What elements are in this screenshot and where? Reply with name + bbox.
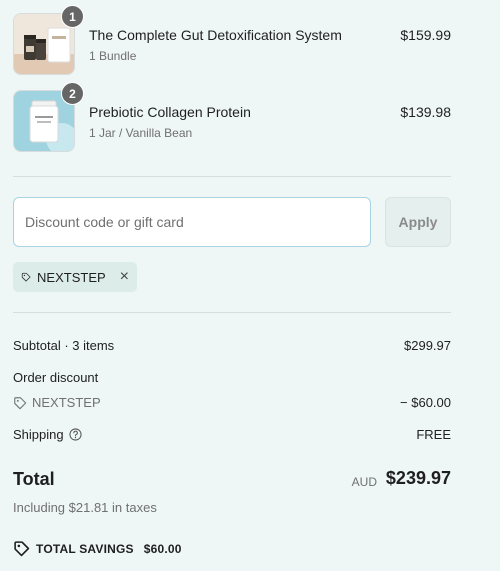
applied-discount-chip: NEXTSTEP × [13,262,137,292]
item-variant: 1 Bundle [89,49,137,63]
discount-value: − $60.00 [400,395,451,410]
apply-discount-button[interactable]: Apply [385,197,451,247]
item-variant: 1 Jar / Vanilla Bean [89,126,193,140]
subtotal-label: Subtotal · 3 items [13,338,115,353]
order-discount-row: Order discount [13,370,451,385]
tag-icon [21,272,31,282]
subtotal-row: Subtotal · 3 items $299.97 [13,338,451,353]
taxes-note: Including $21.81 in taxes [13,500,157,515]
shipping-value: FREE [416,427,451,442]
tag-icon [14,541,30,557]
close-icon[interactable]: × [120,269,129,285]
currency-code: AUD [351,475,377,489]
discount-code-row: NEXTSTEP − $60.00 [13,395,451,413]
tag-icon [14,396,27,409]
total-amount: $239.97 [385,468,451,488]
discount-code-input[interactable] [13,197,371,247]
item-name: The Complete Gut Detoxification System [89,27,342,43]
shipping-group: Shipping [13,427,82,442]
discount-code-group: NEXTSTEP [13,395,101,410]
shipping-row: Shipping FREE [13,427,451,442]
item-price: $139.98 [400,104,451,120]
question-circle-icon[interactable] [69,428,82,441]
total-savings: TOTAL SAVINGS $60.00 [13,540,182,557]
divider [13,176,451,177]
line-item: 1 The Complete Gut Detoxification System… [13,5,451,75]
order-discount-label: Order discount [13,370,99,385]
discount-code-label: NEXTSTEP [32,395,101,410]
line-item: 2 Prebiotic Collagen Protein 1 Jar / Van… [13,82,451,152]
divider [13,312,451,313]
shipping-label: Shipping [13,427,64,442]
item-price: $159.99 [400,27,451,43]
savings-label: TOTAL SAVINGS [36,541,134,556]
savings-value: $60.00 [143,541,182,556]
quantity-badge: 2 [61,82,84,105]
subtotal-value: $299.97 [404,338,451,353]
quantity-badge: 1 [61,5,84,28]
total-label: Total [13,469,55,489]
applied-discount-code: NEXTSTEP [37,269,106,285]
item-name: Prebiotic Collagen Protein [89,104,251,120]
